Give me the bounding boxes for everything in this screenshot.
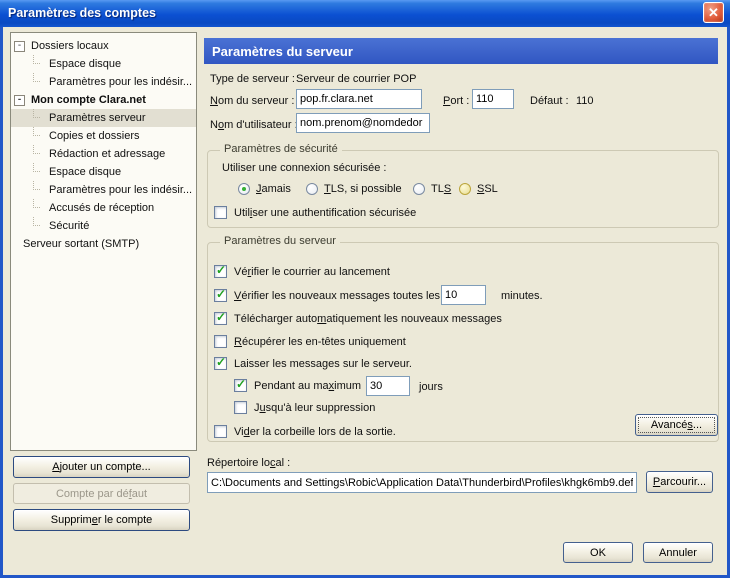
collapse-icon[interactable]: - <box>14 41 25 52</box>
checkbox-icon[interactable] <box>214 206 227 219</box>
radio-ssl[interactable]: SSL <box>459 183 498 195</box>
ok-button[interactable]: OK <box>563 542 633 563</box>
check-on-start-checkbox-row[interactable]: ✓ Vérifier le courrier au lancement <box>214 265 390 278</box>
close-icon[interactable]: ✕ <box>703 2 724 23</box>
checkbox-checked-icon[interactable]: ✓ <box>234 379 247 392</box>
checkbox-checked-icon[interactable]: ✓ <box>214 289 227 302</box>
minutes-label: minutes. <box>501 290 543 302</box>
username-label: Nom d'utilisateur : <box>210 119 298 131</box>
port-label: Port : <box>443 95 469 107</box>
tree-item-redaction-adressage[interactable]: Rédaction et adressage <box>11 145 196 163</box>
security-settings-group: Paramètres de sécurité Utiliser une conn… <box>207 150 719 228</box>
accounts-tree: - Dossiers locaux Espace disque Paramètr… <box>10 32 197 451</box>
max-days-input[interactable] <box>366 376 410 396</box>
tree-item-copies-dossiers[interactable]: Copies et dossiers <box>11 127 196 145</box>
advanced-button[interactable]: Avancés... <box>635 414 718 436</box>
server-type-value: Serveur de courrier POP <box>296 73 416 85</box>
secure-connection-label: Utiliser une connexion sécurisée : <box>222 162 386 174</box>
checkbox-icon[interactable] <box>214 335 227 348</box>
tree-item-securite[interactable]: Sécurité <box>11 217 196 235</box>
empty-trash-checkbox-row[interactable]: Vider la corbeille lors de la sortie. <box>214 425 396 438</box>
account-settings-dialog: Paramètres des comptes ✕ - Dossiers loca… <box>0 0 730 578</box>
jours-label: jours <box>419 381 443 393</box>
radio-icon[interactable] <box>459 183 471 195</box>
check-every-checkbox-row[interactable]: ✓ Vérifier les nouveaux messages toutes … <box>214 289 440 302</box>
local-directory-label: Répertoire local : <box>207 457 290 469</box>
title-bar[interactable]: Paramètres des comptes ✕ <box>0 0 730 27</box>
window-border-left <box>0 24 3 578</box>
collapse-icon[interactable]: - <box>14 95 25 106</box>
radio-tls-if-possible[interactable]: TLS, si possible <box>306 183 402 195</box>
tree-item-mon-compte[interactable]: - Mon compte Clara.net <box>11 91 196 109</box>
server-name-label: Nom du serveur : <box>210 95 294 107</box>
check-every-minutes-input[interactable] <box>441 285 486 305</box>
local-directory-input[interactable] <box>207 472 637 493</box>
default-account-button: Compte par défaut <box>13 483 190 504</box>
secure-auth-checkbox-row[interactable]: Utiliser une authentification sécurisée <box>214 206 416 219</box>
tree-item-accuses-reception[interactable]: Accusés de réception <box>11 199 196 217</box>
headers-only-checkbox-row[interactable]: Récupérer les en-têtes uniquement <box>214 335 406 348</box>
port-default-value: 110 <box>576 95 594 107</box>
tree-item-serveur-sortant[interactable]: Serveur sortant (SMTP) <box>11 235 196 253</box>
auto-download-checkbox-row[interactable]: ✓ Télécharger automatiquement les nouvea… <box>214 312 502 325</box>
radio-icon[interactable] <box>306 183 318 195</box>
leave-on-server-checkbox-row[interactable]: ✓ Laisser les messages sur le serveur. <box>214 357 412 370</box>
username-input[interactable] <box>296 113 430 133</box>
port-default-label: Défaut : <box>530 95 569 107</box>
server-name-input[interactable] <box>296 89 422 109</box>
page-title: Paramètres du serveur <box>204 38 718 64</box>
tree-item-indesirables-2[interactable]: Paramètres pour les indésir... <box>11 181 196 199</box>
server-type-label: Type de serveur : <box>210 73 295 85</box>
checkbox-icon[interactable] <box>214 425 227 438</box>
security-group-legend: Paramètres de sécurité <box>220 143 342 155</box>
tree-item-dossiers-locaux[interactable]: - Dossiers locaux <box>11 37 196 55</box>
cancel-button[interactable]: Annuler <box>643 542 713 563</box>
tree-item-parametres-serveur[interactable]: Paramètres serveur <box>11 109 196 127</box>
server-options-legend: Paramètres du serveur <box>220 235 340 247</box>
radio-icon[interactable] <box>238 183 250 195</box>
radio-never[interactable]: Jamais <box>238 183 291 195</box>
checkbox-icon[interactable] <box>234 401 247 414</box>
checkbox-checked-icon[interactable]: ✓ <box>214 265 227 278</box>
add-account-button[interactable]: Ajouter un compte... <box>13 456 190 478</box>
server-options-group: Paramètres du serveur ✓ Vérifier le cour… <box>207 242 719 442</box>
window-title: Paramètres des comptes <box>8 6 703 20</box>
until-deleted-checkbox-row[interactable]: Jusqu'à leur suppression <box>234 401 375 414</box>
radio-tls[interactable]: TLS <box>413 183 451 195</box>
port-input[interactable] <box>472 89 514 109</box>
max-days-checkbox-row[interactable]: ✓ Pendant au maximum <box>234 379 361 392</box>
tree-item-indesirables[interactable]: Paramètres pour les indésir... <box>11 73 196 91</box>
remove-account-button[interactable]: Supprimer le compte <box>13 509 190 531</box>
checkbox-checked-icon[interactable]: ✓ <box>214 357 227 370</box>
tree-item-espace-disque[interactable]: Espace disque <box>11 55 196 73</box>
checkbox-checked-icon[interactable]: ✓ <box>214 312 227 325</box>
browse-button[interactable]: Parcourir... <box>646 471 713 493</box>
radio-icon[interactable] <box>413 183 425 195</box>
tree-item-espace-disque-2[interactable]: Espace disque <box>11 163 196 181</box>
